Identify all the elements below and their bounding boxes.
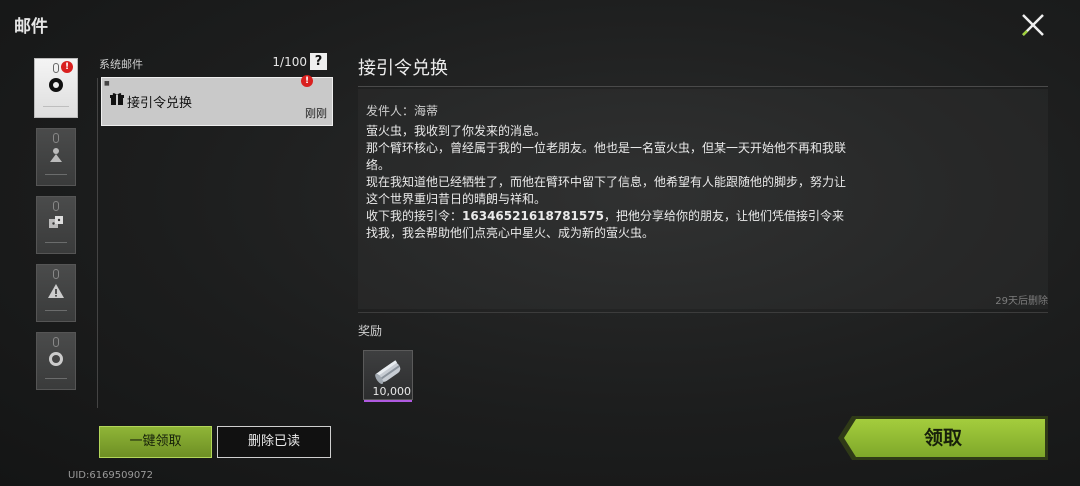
card-lines [45,242,67,245]
card-lines [45,174,67,177]
close-icon [1022,14,1044,36]
category-dice[interactable] [36,196,76,254]
rarity-bar [364,400,412,402]
mail-list-header: 系统邮件 1/100 ? [99,53,329,73]
body-line-code: 收下我的接引令：16346521618781575，把他分享给你的朋友，让他们凭… [366,208,846,242]
gear-badge-icon [49,78,63,92]
hook-icon [53,63,59,73]
unread-badge: ! [301,75,313,87]
warning-icon [48,284,64,298]
body-line: 萤火虫，我收到了你发来的消息。 [366,124,547,138]
page-title: 邮件 [14,17,48,37]
category-face[interactable] [36,332,76,390]
delete-read-button[interactable]: 删除已读 [217,426,331,458]
detail-divider [358,86,1048,87]
reward-amount: 10,000 [372,385,412,398]
mail-list-item[interactable]: ■ 接引令兑换 ! 刚刚 [101,75,333,126]
code-prefix: 收下我的接引令： [366,209,463,223]
hook-icon [53,201,59,211]
dice-icon [49,216,63,228]
invite-code: 16346521618781575 [462,209,604,223]
card-lines [45,310,67,313]
currency-stack-icon [375,360,401,385]
hook-icon [53,269,59,279]
face-icon [49,352,63,366]
help-button[interactable]: ? [310,53,327,70]
hook-icon [53,133,59,143]
claim-all-button[interactable]: 一键领取 [99,426,212,458]
mail-category-label: 系统邮件 [99,58,143,71]
unread-badge: ! [61,61,73,73]
card-lines [45,378,67,381]
mail-subject: 接引令兑换 [127,96,193,111]
claim-label: 领取 [923,427,962,449]
expire-notice: 29天后删除 [995,296,1048,307]
reward-label: 奖励 [358,324,383,338]
category-system[interactable]: ! [34,58,78,118]
claim-button[interactable]: 领取 [838,416,1048,460]
person-icon [50,148,62,162]
card-lines [43,106,69,109]
mail-count: 1/100 [272,55,307,69]
reward-divider [358,312,1048,313]
corner-marks: ■ [104,80,110,87]
mail-body: 萤火虫，我收到了你发来的消息。 那个臂环核心，曾经属于我的一位老朋友。他也是一名… [366,123,846,242]
mail-detail-title: 接引令兑换 [358,58,448,79]
mail-sender: 发件人：海蒂 [366,104,439,118]
body-line: 那个臂环核心，曾经属于我的一位老朋友。他也是一名萤火虫，但某一天开始他不再和我联… [366,141,847,172]
user-id: UID:6169509072 [68,470,153,481]
mail-time: 刚刚 [305,107,327,120]
category-person[interactable] [36,128,76,186]
list-divider [97,78,98,408]
reward-item[interactable]: 10,000 [363,350,413,402]
gift-icon [110,93,124,105]
category-warning[interactable] [36,264,76,322]
hook-icon [53,337,59,347]
close-button[interactable] [1016,8,1050,42]
category-sidebar: ! [34,58,82,400]
body-line: 现在我知道他已经牺牲了，而他在臂环中留下了信息，他希望有人能跟随他的脚步，努力让… [366,175,847,206]
